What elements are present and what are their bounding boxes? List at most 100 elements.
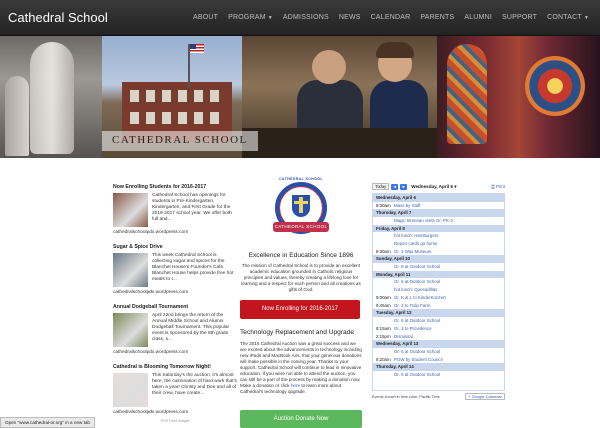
hero-statue-photo xyxy=(0,36,102,158)
calendar-event-title[interactable]: Mass by Staff xyxy=(394,202,421,210)
calendar-event-time: 9:00am xyxy=(376,294,391,300)
calendar-event-time xyxy=(376,240,394,248)
news-item: Now Enrolling Students for 2016-2017 Cath… xyxy=(113,184,237,235)
calendar-agenda-list[interactable]: Wednesday, April 6 8:30am Mass by Staff Thu… xyxy=(372,193,505,391)
calendar-event[interactable]: 8:20am POW by Student Council xyxy=(373,356,504,364)
calendar-event[interactable]: Gr. 6 at Outdoor School xyxy=(373,317,504,325)
calendar-event-title[interactable]: Gr. 3 Wax Museum xyxy=(394,248,431,256)
calendar-event-title[interactable]: Mags: Brennan visits Gr. PK-2 xyxy=(394,217,453,225)
calendar-event-title[interactable]: Gr. K & 1 to KinderKonzert xyxy=(394,294,446,302)
news-item-title[interactable]: Annual Dodgeball Tournament xyxy=(113,304,237,310)
calendar-event[interactable]: Gr. 6 at Outdoor School xyxy=(373,371,504,379)
calendar-day-header: Wednesday, April 13 xyxy=(373,340,504,348)
calendar-event-title[interactable]: POW by Student Council xyxy=(394,356,443,364)
crest-banner: CATHEDRAL SCHOOL 1896 xyxy=(273,222,329,239)
calendar-event-time xyxy=(376,263,394,271)
news-thumbnail[interactable] xyxy=(113,253,148,287)
news-item-excerpt: This week Cathedral School is collecting… xyxy=(152,253,234,282)
calendar-event[interactable]: 9:00am Gr. K & 1 to KinderKonzert xyxy=(373,294,504,302)
news-item: Cathedral is Blooming Tomorrow Night! Thi… xyxy=(113,364,237,415)
calendar-event[interactable]: 8:30am Mass by Staff xyxy=(373,202,504,210)
nav-item-news[interactable]: NEWS xyxy=(334,14,366,21)
hero-title: CATHEDRAL SCHOOL xyxy=(102,131,258,151)
calendar-prev-arrow-icon[interactable]: ◄ xyxy=(391,183,399,190)
calendar-day-header: Wednesday, April 6 xyxy=(373,194,504,202)
nav-item-admissions[interactable]: ADMISSIONS xyxy=(278,14,334,21)
news-item-title[interactable]: Now Enrolling Students for 2016-2017 xyxy=(113,184,237,190)
calendar-event-time xyxy=(376,371,394,379)
news-item-source-link[interactable]: cathedralschoolpdx.wordpress.com xyxy=(113,290,237,295)
tech-learn-more-link[interactable]: here xyxy=(291,383,300,388)
hero-stained-glass-photo xyxy=(437,36,600,158)
calendar-event[interactable]: 9:45am Gr. 2 to Tulip Farm xyxy=(373,302,504,310)
news-thumbnail[interactable] xyxy=(113,193,148,227)
donate-button[interactable]: Auction Donate Now xyxy=(240,410,362,428)
rss-widget-credit[interactable]: RSS Feed Widget xyxy=(113,419,237,423)
calendar-event-time: 9:15am xyxy=(376,325,391,331)
main-menu: ABOUT PROGRAM ▼ ADMISSIONS NEWS CALENDAR PAREN… xyxy=(188,14,594,21)
crest-text: CATHEDRAL SCHOOL xyxy=(279,177,323,181)
calendar-event[interactable]: Gr. 6 at Outdoor School xyxy=(373,348,504,356)
calendar-event[interactable]: hot lunch: Hamburgers xyxy=(373,232,504,240)
news-item-title[interactable]: Cathedral is Blooming Tomorrow Night! xyxy=(113,364,237,370)
news-feed: Now Enrolling Students for 2016-2017 Cath… xyxy=(113,184,237,423)
brand-logo-text[interactable]: Cathedral School xyxy=(8,10,108,25)
google-calendar-button[interactable]: + Google Calendar xyxy=(465,393,505,400)
calendar-event-title[interactable]: Gr. 6 at Outdoor School xyxy=(394,371,440,379)
calendar-today-button[interactable]: Today xyxy=(372,183,390,190)
enroll-button[interactable]: Now Enrolling for 2016-2017 xyxy=(240,299,360,319)
calendar-event-title[interactable]: hot lunch: Quesadillas xyxy=(394,286,437,294)
tech-text: The 2016 Cathedral Auction was a great s… xyxy=(240,340,362,388)
calendar-print-link[interactable]: ⎙ Print xyxy=(491,184,505,189)
news-item-source-link[interactable]: cathedralschoolpdx.wordpress.com xyxy=(113,350,237,355)
nav-item-support[interactable]: SUPPORT xyxy=(497,14,542,21)
calendar-event-time xyxy=(376,217,394,225)
nav-item-alumni[interactable]: ALUMNI xyxy=(459,14,497,21)
news-item-source-link[interactable]: cathedralschoolpdx.wordpress.com xyxy=(113,230,237,235)
calendar-day-header: Monday, April 11 xyxy=(373,270,504,279)
calendar-timezone-note: Events shown in time zone: Pacific Time xyxy=(372,394,440,399)
calendar-event[interactable]: 8:30am Gr. 3 Wax Museum xyxy=(373,248,504,256)
calendar-event-title[interactable]: Report cards go home xyxy=(394,240,437,248)
nav-item-calendar[interactable]: CALENDAR xyxy=(366,14,416,21)
calendar-event[interactable]: 9:15am Gr. 3 to Providence xyxy=(373,325,504,333)
calendar-event[interactable]: Mags: Brennan visits Gr. PK-2 xyxy=(373,217,504,225)
calendar-event-title[interactable]: Gr. 6 at Outdoor School xyxy=(394,317,440,325)
calendar-event-title[interactable]: Gr. 2 to Tulip Farm xyxy=(394,302,430,310)
calendar-event-title[interactable]: Gr. 3 to Providence xyxy=(394,325,432,333)
calendar-event[interactable]: Gr. 6 at Outdoor School xyxy=(373,278,504,286)
nav-item-about[interactable]: ABOUT xyxy=(188,14,223,21)
calendar-event-time: 8:30am xyxy=(376,202,391,208)
news-thumbnail[interactable] xyxy=(113,313,148,347)
tech-paragraph: The 2016 Cathedral Auction was a great s… xyxy=(240,341,362,395)
calendar-event-time xyxy=(376,317,394,325)
calendar-day-header: Thursday, April 7 xyxy=(373,209,504,217)
calendar-current-date[interactable]: Wednesday, April 6 ▾ xyxy=(411,184,456,190)
calendar-event-title[interactable]: Gr. 6 at Outdoor School xyxy=(394,348,440,356)
calendar-event-title[interactable]: Gr. 6 at Outdoor School xyxy=(394,278,440,286)
calendar-event[interactable]: Report cards go home xyxy=(373,240,504,248)
calendar-day-header: Friday, April 8 xyxy=(373,224,504,233)
calendar-event-title[interactable]: Gr. 6 at Outdoor School xyxy=(394,263,440,271)
news-item-excerpt: This Saturday's the auction; it's almost… xyxy=(152,373,237,396)
news-thumbnail[interactable] xyxy=(113,373,148,407)
calendar-event-title[interactable]: Dismissal xyxy=(394,333,413,341)
calendar-event[interactable]: Gr. 6 at Outdoor School xyxy=(373,263,504,271)
nav-item-program[interactable]: PROGRAM ▼ xyxy=(223,14,278,21)
calendar-day-header: Thursday, April 14 xyxy=(373,363,504,371)
nav-item-contact[interactable]: CONTACT ▼ xyxy=(542,14,594,21)
news-item-excerpt: Cathedral School has openings for studen… xyxy=(152,193,232,222)
news-item-source-link[interactable]: cathedralschoolpdx.wordpress.com xyxy=(113,410,237,415)
calendar-event-title[interactable]: hot lunch: Hamburgers xyxy=(394,232,438,240)
calendar-event[interactable]: 2:15pm Dismissal xyxy=(373,333,504,341)
calendar-next-arrow-icon[interactable]: ► xyxy=(400,183,408,190)
calendar-event-time xyxy=(376,286,394,294)
news-item-title[interactable]: Sugar & Spice Drive xyxy=(113,244,237,250)
calendar-widget: Today ◄ ► Wednesday, April 6 ▾ ⎙ Print W… xyxy=(372,182,505,403)
news-item: Annual Dodgeball Tournament April 22nd br… xyxy=(113,304,237,355)
main-content: Now Enrolling Students for 2016-2017 Cath… xyxy=(0,158,600,428)
nav-item-parents[interactable]: PARENTS xyxy=(415,14,459,21)
calendar-event-time: 2:15pm xyxy=(376,333,391,339)
calendar-event[interactable]: hot lunch: Quesadillas xyxy=(373,286,504,294)
hero-students-photo xyxy=(242,36,437,158)
